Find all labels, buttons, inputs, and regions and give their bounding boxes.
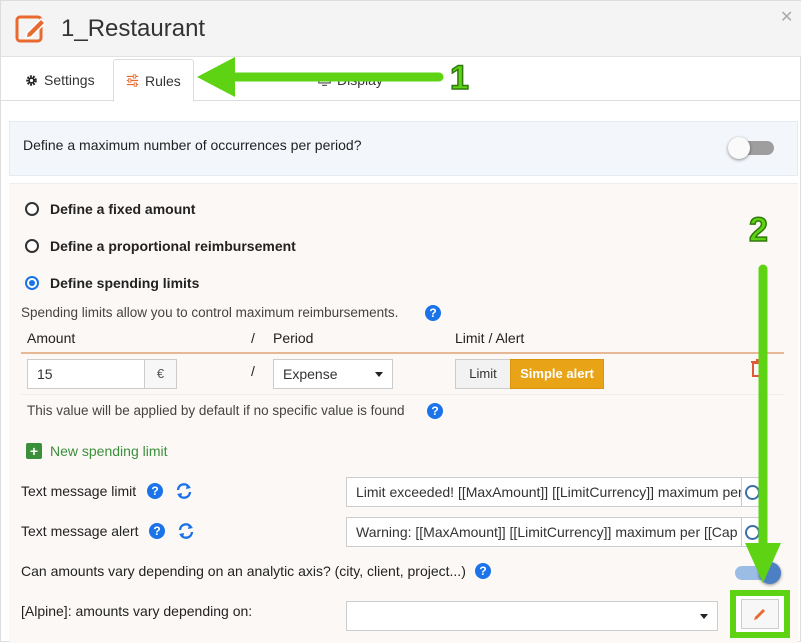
option-label: Define a fixed amount	[50, 201, 196, 217]
toggle-knob	[759, 562, 781, 584]
text-message-alert-input[interactable]: Warning: [[MaxAmount]] [[LimitCurrency]]…	[346, 517, 742, 547]
table-divider	[21, 352, 784, 354]
modal-title: 1_Restaurant	[61, 15, 206, 42]
display-icon	[318, 74, 331, 86]
new-limit-label: New spending limit	[50, 443, 168, 459]
modal-header: 1_Restaurant ✕	[1, 1, 801, 57]
message-options-button[interactable]	[742, 517, 766, 547]
help-icon[interactable]: ?	[425, 305, 441, 321]
refresh-icon[interactable]	[175, 482, 193, 500]
tab-label: Settings	[44, 72, 95, 88]
message-options-button[interactable]	[742, 477, 766, 507]
refresh-icon[interactable]	[177, 522, 195, 540]
row-slash: /	[251, 363, 255, 379]
alpine-label: [Alpine]: amounts vary depending on:	[21, 603, 253, 619]
text-message-limit-label: Text message limit	[21, 483, 137, 499]
tab-label: Rules	[145, 72, 181, 89]
max-occurrences-section: Define a maximum number of occurrences p…	[9, 121, 798, 176]
option-label: Define a proportional reimbursement	[50, 238, 296, 254]
option-fixed-amount[interactable]: Define a fixed amount	[25, 201, 195, 217]
max-occurrences-question: Define a maximum number of occurrences p…	[23, 137, 362, 153]
currency-addon: €	[144, 359, 177, 389]
analytic-toggle[interactable]	[735, 562, 781, 584]
edit-axis-button[interactable]	[730, 590, 790, 638]
annotation-marker-1: 1	[449, 58, 469, 98]
limit-button[interactable]: Limit	[455, 359, 511, 389]
simple-alert-button[interactable]: Simple alert	[510, 359, 604, 389]
text-message-alert-label: Text message alert	[21, 523, 139, 539]
close-icon[interactable]: ✕	[780, 7, 793, 27]
edit-icon	[15, 15, 47, 43]
tab-display[interactable]: Display	[306, 59, 395, 101]
tab-settings[interactable]: Settings	[13, 59, 107, 101]
sliders-icon	[126, 74, 139, 87]
chevron-down-icon	[375, 372, 383, 377]
col-limit-alert: Limit / Alert	[455, 330, 525, 346]
spending-description: Spending limits allow you to control max…	[21, 305, 399, 320]
radio-checked-icon	[25, 276, 39, 290]
col-period: Period	[273, 330, 314, 346]
annotation-marker-2: 2	[748, 210, 768, 250]
amount-input[interactable]: 15	[27, 359, 145, 389]
row-divider	[21, 394, 784, 395]
col-amount: Amount	[27, 330, 76, 346]
help-icon[interactable]: ?	[427, 403, 443, 419]
help-icon[interactable]: ?	[475, 563, 491, 579]
default-note: This value will be applied by default if…	[27, 403, 405, 418]
analytic-question: Can amounts vary depending on an analyti…	[21, 563, 466, 579]
new-spending-limit-button[interactable]: + New spending limit	[26, 443, 168, 459]
gear-icon	[26, 74, 37, 86]
radio-icon	[25, 239, 39, 253]
rule-modal: 1_Restaurant ✕ Settings Rules Display De…	[0, 0, 801, 643]
help-icon[interactable]: ?	[149, 523, 165, 539]
text-message-limit-input[interactable]: Limit exceeded! [[MaxAmount]] [[LimitCur…	[346, 477, 742, 507]
tab-bar: Settings Rules Display	[1, 57, 801, 102]
toggle-knob	[728, 137, 750, 159]
trash-icon[interactable]	[751, 359, 767, 377]
col-slash: /	[251, 330, 255, 346]
period-select[interactable]: Expense	[273, 359, 393, 389]
alpine-axis-select[interactable]	[346, 601, 718, 631]
tab-rules[interactable]: Rules	[113, 59, 194, 102]
option-spending-limits[interactable]: Define spending limits	[25, 275, 199, 291]
option-proportional[interactable]: Define a proportional reimbursement	[25, 238, 296, 254]
radio-icon	[25, 202, 39, 216]
tab-label: Display	[337, 72, 383, 88]
option-label: Define spending limits	[50, 275, 200, 291]
max-occurrences-toggle[interactable]	[728, 137, 774, 159]
pencil-icon	[754, 609, 765, 620]
plus-icon: +	[26, 443, 42, 459]
chevron-down-icon	[700, 614, 708, 619]
help-icon[interactable]: ?	[147, 483, 163, 499]
period-value: Expense	[283, 366, 338, 382]
